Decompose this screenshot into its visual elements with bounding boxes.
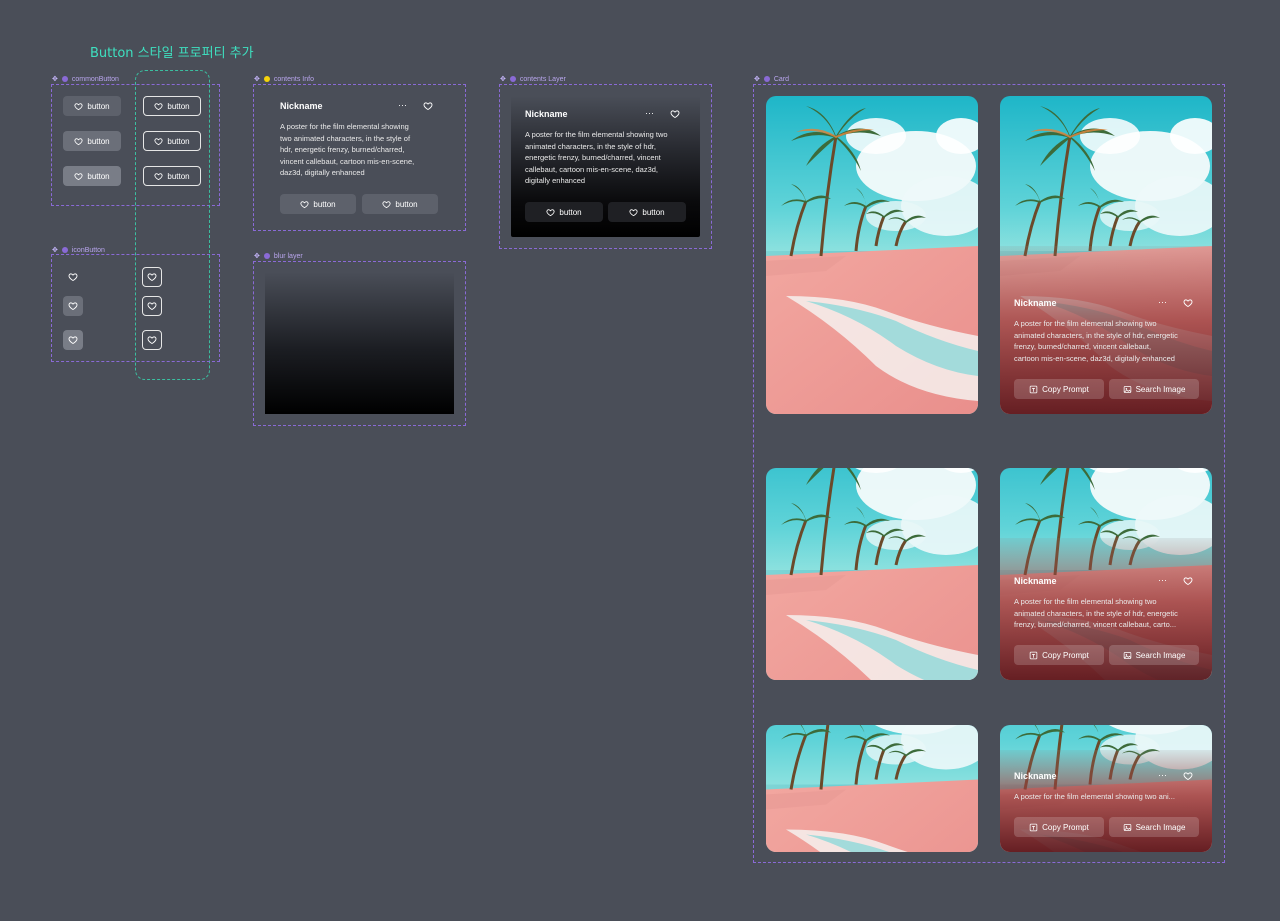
icon-button-label: ✥ iconButton (52, 246, 105, 255)
button-hover[interactable]: button (63, 131, 121, 151)
card-image[interactable] (766, 96, 978, 414)
nickname: Nickname (525, 109, 568, 119)
status-dot (509, 76, 516, 82)
search-image-button[interactable]: Search Image (1109, 645, 1199, 665)
heart-icon (68, 335, 78, 345)
description: A poster for the film elemental showing … (525, 130, 668, 185)
status-dot (263, 253, 270, 259)
page-title: Button 스타일 프로퍼티 추가 (90, 46, 254, 61)
status-dot (763, 76, 770, 82)
search-image-button[interactable]: Search Image (1109, 817, 1199, 837)
status-dot (61, 76, 68, 82)
heart-icon[interactable] (670, 109, 680, 119)
icon-button-outline-pressed[interactable] (142, 330, 162, 350)
nickname: Nickname (1014, 771, 1057, 781)
copy-prompt-button[interactable]: Copy Prompt (1014, 817, 1104, 837)
heart-icon (74, 137, 83, 146)
heart-icon[interactable] (423, 101, 433, 111)
contents-info-label: ✥ contents Info (254, 75, 314, 84)
description: A poster for the film elemental showing … (1014, 597, 1178, 629)
more-icon[interactable]: ··· (1158, 770, 1167, 780)
nickname: Nickname (280, 101, 323, 111)
blur-gradient (265, 272, 454, 414)
icon-button-default[interactable] (63, 267, 83, 287)
heart-icon[interactable] (1183, 298, 1193, 308)
heart-icon (147, 272, 157, 282)
search-image-button[interactable]: Search Image (1109, 379, 1199, 399)
heart-icon (154, 172, 163, 181)
heart-icon (629, 208, 638, 217)
component-icon: ✥ (254, 253, 260, 260)
icon-button-outline-hover[interactable] (142, 296, 162, 316)
button-outline-pressed[interactable]: button (143, 166, 201, 186)
description: A poster for the film elemental showing … (1014, 319, 1178, 363)
copy-prompt-button[interactable]: Copy Prompt (1014, 645, 1104, 665)
like-button[interactable]: button (280, 194, 356, 214)
card-image[interactable] (766, 468, 978, 680)
image-icon (1123, 651, 1132, 660)
card-hover[interactable]: Nickname ··· A poster for the film eleme… (1000, 725, 1212, 852)
like-button[interactable]: button (362, 194, 438, 214)
button-pressed[interactable]: button (63, 166, 121, 186)
description: A poster for the film elemental showing t… (280, 122, 415, 177)
status-dot (263, 76, 270, 82)
card-image[interactable] (766, 725, 978, 852)
icon-button-pressed[interactable] (63, 330, 83, 350)
copy-prompt-icon (1029, 651, 1038, 660)
icon-button-hover[interactable] (63, 296, 83, 316)
component-icon: ✥ (754, 76, 760, 83)
heart-icon[interactable] (1183, 771, 1193, 781)
copy-prompt-icon (1029, 823, 1038, 832)
button-default[interactable]: button (63, 96, 121, 116)
heart-icon (68, 272, 78, 282)
nickname: Nickname (1014, 576, 1057, 586)
heart-icon (154, 102, 163, 111)
image-icon (1123, 385, 1132, 394)
like-button[interactable]: button (525, 202, 603, 222)
blur-layer-label: ✥ blur layer (254, 252, 303, 261)
description: A poster for the film elemental showing … (1014, 792, 1175, 801)
status-dot (61, 247, 68, 253)
more-icon[interactable]: ··· (398, 100, 407, 110)
image-icon (1123, 823, 1132, 832)
like-button[interactable]: button (608, 202, 686, 222)
copy-prompt-icon (1029, 385, 1038, 394)
card-label: ✥ Card (754, 75, 790, 84)
heart-icon[interactable] (1183, 576, 1193, 586)
more-icon[interactable]: ··· (645, 108, 654, 118)
icon-button-outline-default[interactable] (142, 267, 162, 287)
card-hover[interactable]: Nickname ··· A poster for the film eleme… (1000, 468, 1212, 680)
contents-layer-label: ✥ contents Layer (500, 75, 566, 84)
nickname: Nickname (1014, 298, 1057, 308)
heart-icon (147, 335, 157, 345)
heart-icon (546, 208, 555, 217)
heart-icon (68, 301, 78, 311)
button-outline-default[interactable]: button (143, 96, 201, 116)
heart-icon (382, 200, 391, 209)
heart-icon (147, 301, 157, 311)
component-icon: ✥ (254, 76, 260, 83)
beach-photo (766, 96, 978, 414)
beach-photo (766, 468, 978, 680)
heart-icon (300, 200, 309, 209)
component-icon: ✥ (500, 76, 506, 83)
more-icon[interactable]: ··· (1158, 297, 1167, 307)
copy-prompt-button[interactable]: Copy Prompt (1014, 379, 1104, 399)
component-icon: ✥ (52, 247, 58, 254)
heart-icon (74, 102, 83, 111)
button-outline-hover[interactable]: button (143, 131, 201, 151)
more-icon[interactable]: ··· (1158, 575, 1167, 585)
component-icon: ✥ (52, 76, 58, 83)
common-button-label: ✥ commonButton (52, 75, 119, 84)
beach-photo (766, 725, 978, 852)
heart-icon (74, 172, 83, 181)
card-hover[interactable]: Nickname ··· A poster for the film eleme… (1000, 96, 1212, 414)
heart-icon (154, 137, 163, 146)
